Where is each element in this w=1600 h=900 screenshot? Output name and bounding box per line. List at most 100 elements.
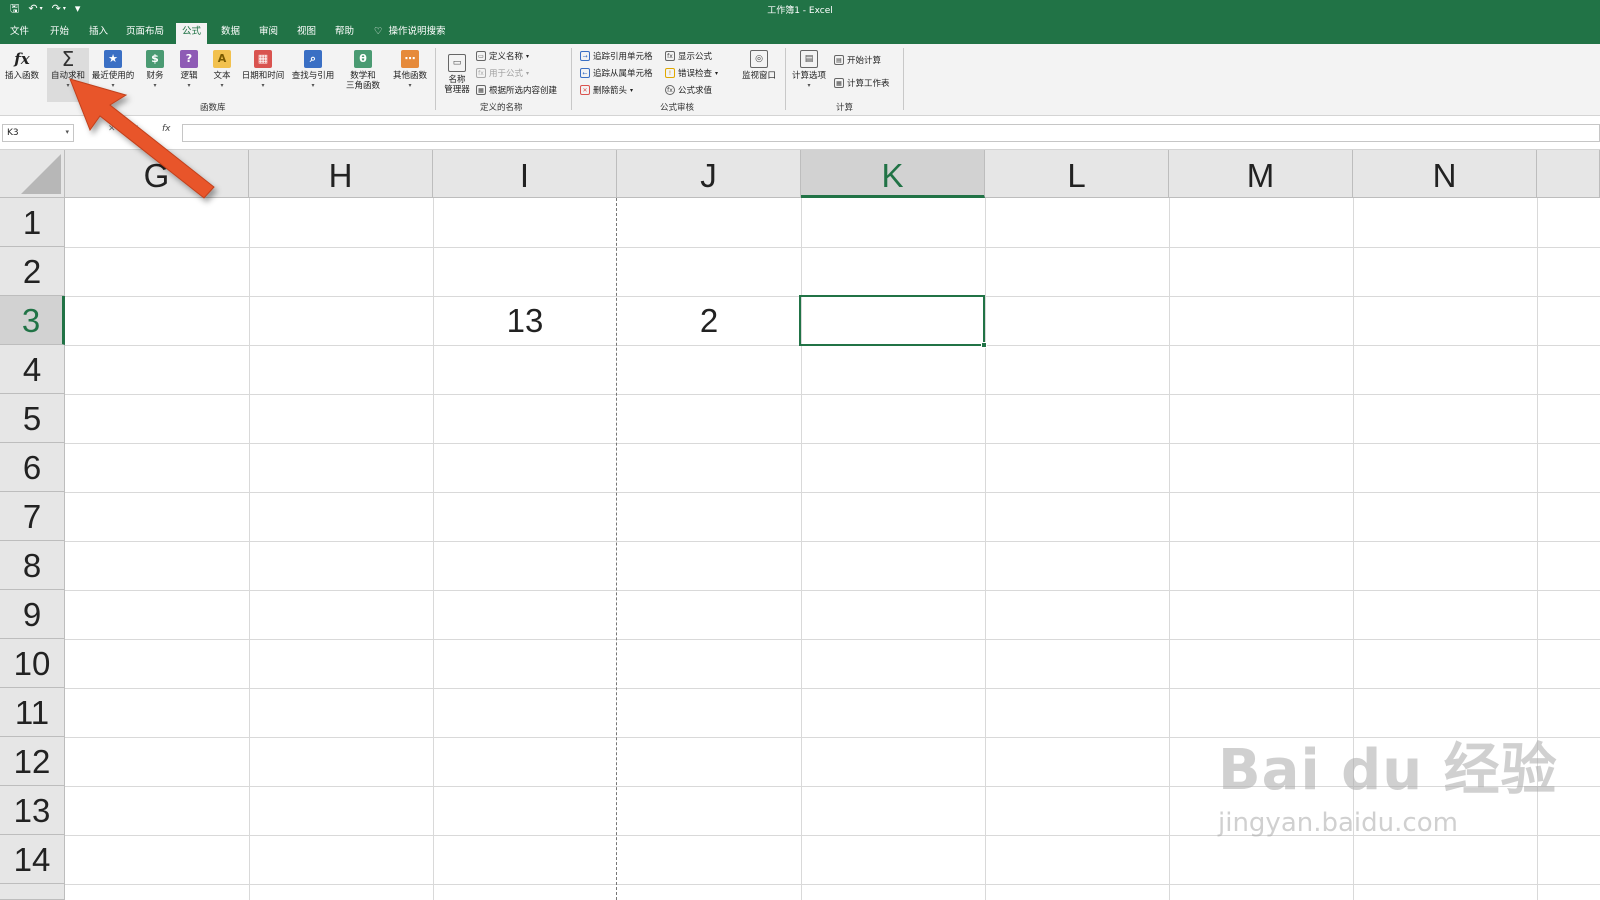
row-header-12[interactable]: 12 <box>0 737 65 786</box>
row-header-11[interactable]: 11 <box>0 688 65 737</box>
evaluate-formula-button[interactable]: fx 公式求值 <box>665 84 712 96</box>
column-header-i[interactable]: I <box>433 150 617 198</box>
column-header-m[interactable]: M <box>1169 150 1353 198</box>
tab-home[interactable]: 开始 <box>44 23 75 44</box>
tab-view[interactable]: 视图 <box>291 23 322 44</box>
chevron-down-icon: ▾ <box>153 82 157 89</box>
select-all-button[interactable] <box>0 150 65 198</box>
use-in-formula-button[interactable]: fx 用于公式 ▾ <box>476 67 529 79</box>
recently-used-button[interactable]: ★ 最近使用的 ▾ <box>91 50 135 91</box>
datetime-button[interactable]: ▦ 日期和时间 ▾ <box>240 50 286 91</box>
error-checking-button[interactable]: ! 错误检查 ▾ <box>665 67 718 79</box>
column-header-o[interactable] <box>1537 150 1600 198</box>
column-header-l[interactable]: L <box>985 150 1169 198</box>
row-header-15[interactable] <box>0 884 65 900</box>
tab-help[interactable]: 帮助 <box>329 23 360 44</box>
tab-formulas[interactable]: 公式 <box>176 23 208 44</box>
cell-j3[interactable]: 2 <box>617 296 801 345</box>
cancel-icon[interactable]: ✕ <box>108 124 116 142</box>
row-header-3[interactable]: 3 <box>0 296 65 345</box>
define-name-button[interactable]: ▭ 定义名称 ▾ <box>476 50 529 62</box>
fill-handle[interactable] <box>981 342 987 348</box>
row-header-10[interactable]: 10 <box>0 639 65 688</box>
column-header-h[interactable]: H <box>249 150 433 198</box>
create-from-selection-button[interactable]: ▦ 根据所选内容创建 <box>476 84 557 96</box>
warning-icon: ! <box>665 68 675 78</box>
tab-page-layout[interactable]: 页面布局 <box>120 23 170 44</box>
chevron-down-icon: ▾ <box>187 82 191 89</box>
chevron-down-icon: ▾ <box>111 82 115 89</box>
remove-arrows-icon: ✕ <box>580 85 590 95</box>
sigma-icon: Σ <box>61 47 75 71</box>
logical-button[interactable]: ? 逻辑 ▾ <box>175 50 203 91</box>
title-bar: 🖫 ↶ ▾ ↷ ▾ ▾ 工作簿1 - Excel <box>0 0 1600 18</box>
more-functions-button[interactable]: ⋯ 其他函数 ▾ <box>390 50 430 91</box>
more-functions-icon: ⋯ <box>401 50 419 68</box>
ribbon-separator <box>903 48 904 110</box>
row-header-2[interactable]: 2 <box>0 247 65 296</box>
name-box[interactable]: K3 ▾ <box>2 124 74 142</box>
calculator-icon: ▤ <box>800 50 818 68</box>
chevron-down-icon: ▾ <box>66 82 70 89</box>
chevron-down-icon: ▾ <box>807 82 811 89</box>
row-header-1[interactable]: 1 <box>0 198 65 247</box>
ribbon-separator <box>785 48 786 110</box>
trace-precedents-button[interactable]: → 追踪引用单元格 <box>580 50 653 62</box>
enter-icon[interactable]: ✓ <box>132 124 140 142</box>
chevron-down-icon: ▾ <box>526 52 530 60</box>
lookup-button[interactable]: ⌕ 查找与引用 ▾ <box>290 50 336 91</box>
row-header-13[interactable]: 13 <box>0 786 65 835</box>
chevron-down-icon[interactable]: ▾ <box>65 128 69 136</box>
chevron-down-icon: ▾ <box>526 69 530 77</box>
watch-window-button[interactable]: ◎ 监视窗口 <box>738 50 780 81</box>
calculate-now-icon: ▤ <box>834 55 844 65</box>
financial-button[interactable]: $ 财务 ▾ <box>141 50 169 91</box>
use-in-formula-icon: fx <box>476 68 486 78</box>
column-header-k[interactable]: K <box>801 150 985 198</box>
text-icon: A <box>213 50 231 68</box>
group-label-defined-names: 定义的名称 <box>480 103 523 113</box>
tell-me-search[interactable]: ♡ 操作说明搜索 <box>374 23 446 40</box>
column-header-g[interactable]: G <box>65 150 249 198</box>
column-header-n[interactable]: N <box>1353 150 1537 198</box>
show-formulas-icon: fx <box>665 51 675 61</box>
tab-review[interactable]: 审阅 <box>253 23 284 44</box>
glasses-icon: ◎ <box>750 50 768 68</box>
trace-dependents-button[interactable]: ← 追踪从属单元格 <box>580 67 653 79</box>
ribbon: fx 插入函数 Σ 自动求和 ▾ ★ 最近使用的 ▾ $ 财务 ▾ ? 逻辑 ▾… <box>0 44 1600 116</box>
group-label-library: 函数库 <box>200 103 226 113</box>
show-formulas-button[interactable]: fx 显示公式 <box>665 50 712 62</box>
row-header-8[interactable]: 8 <box>0 541 65 590</box>
calculate-sheet-button[interactable]: ▦ 计算工作表 <box>834 77 890 89</box>
calculate-now-button[interactable]: ▤ 开始计算 <box>834 54 881 66</box>
row-header-14[interactable]: 14 <box>0 835 65 884</box>
formula-input[interactable] <box>182 124 1600 142</box>
calc-options-button[interactable]: ▤ 计算选项 ▾ <box>790 50 828 91</box>
row-header-5[interactable]: 5 <box>0 394 65 443</box>
active-cell-k3[interactable] <box>799 295 987 348</box>
insert-function-button[interactable]: fx 插入函数 <box>4 50 40 82</box>
name-box-value: K3 <box>7 128 19 138</box>
row-header-9[interactable]: 9 <box>0 590 65 639</box>
name-manager-button[interactable]: ▭ 名称 管理器 <box>440 54 474 95</box>
create-from-selection-icon: ▦ <box>476 85 486 95</box>
row-header-7[interactable]: 7 <box>0 492 65 541</box>
tab-file[interactable]: 文件 <box>4 23 35 44</box>
autosum-button[interactable]: Σ 自动求和 ▾ <box>47 48 89 102</box>
tell-me-label: 操作说明搜索 <box>388 26 446 37</box>
insert-function-icon[interactable]: fx <box>162 124 171 142</box>
tab-insert[interactable]: 插入 <box>83 23 114 44</box>
text-button[interactable]: A 文本 ▾ <box>208 50 236 91</box>
row-header-4[interactable]: 4 <box>0 345 65 394</box>
chevron-down-icon: ▾ <box>408 82 412 89</box>
remove-arrows-button[interactable]: ✕ 删除箭头 ▾ <box>580 84 633 96</box>
math-trig-button[interactable]: θ 数学和 三角函数 <box>340 50 386 91</box>
row-header-6[interactable]: 6 <box>0 443 65 492</box>
cell-i3[interactable]: 13 <box>433 296 617 345</box>
calendar-icon: ▦ <box>254 50 272 68</box>
financial-icon: $ <box>146 50 164 68</box>
chevron-down-icon: ▾ <box>311 82 315 89</box>
column-header-j[interactable]: J <box>617 150 801 198</box>
tab-data[interactable]: 数据 <box>215 23 246 44</box>
chevron-down-icon: ▾ <box>261 82 265 89</box>
